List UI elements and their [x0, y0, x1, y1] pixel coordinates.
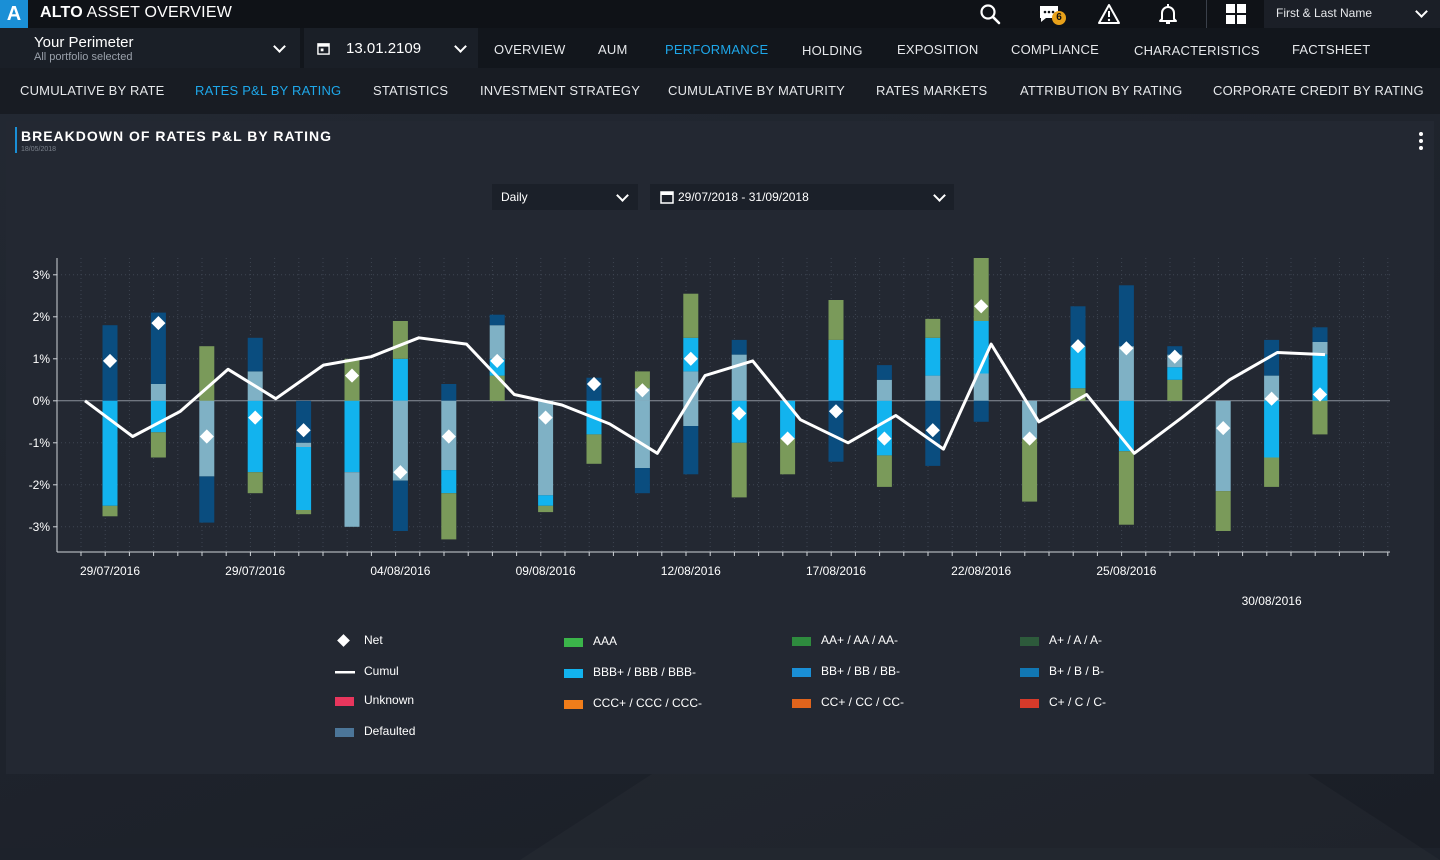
legend-swatch-bb	[792, 668, 811, 677]
bar-segment-navy	[489, 314, 505, 326]
legend-swatch-unknown	[335, 697, 354, 706]
legend-label-aaa: AAA	[593, 634, 618, 648]
bar-segment-green	[150, 432, 166, 458]
legend-swatch-defaulted	[335, 728, 354, 737]
x-tick-label: 17/08/2016	[806, 564, 866, 578]
y-tick-label: 2%	[33, 310, 51, 324]
bar-segment-navy	[876, 365, 892, 380]
legend-label-ccc: CCC+ / CCC / CCC-	[593, 696, 703, 710]
bar-segment-navy	[441, 384, 457, 401]
legend-swatch-cc	[792, 699, 811, 708]
legend-label-bb: BB+ / BB / BB-	[821, 664, 901, 678]
x-tick-label: 29/07/2016	[225, 564, 285, 578]
bar-segment-green	[247, 472, 263, 494]
bar-segment-green	[1264, 457, 1280, 487]
bar-segment-cyan	[876, 400, 892, 456]
bar-segment-lightblue	[634, 400, 650, 468]
x-tick-label: 30/08/2016	[1242, 594, 1302, 608]
bar-segment-green	[1312, 400, 1328, 435]
bar-segment-green	[392, 321, 408, 359]
legend-swatch-c	[1020, 699, 1039, 708]
legend-swatch-aaa	[564, 638, 583, 647]
x-tick-label: 29/07/2016	[80, 564, 140, 578]
y-tick-label: 0%	[33, 394, 51, 408]
bar-segment-navy	[731, 339, 747, 355]
bar-segment-lightblue	[489, 325, 505, 359]
legend-label-b: B+ / B / B-	[1049, 664, 1105, 678]
bar-segment-navy	[683, 426, 699, 475]
x-tick-label: 09/08/2016	[516, 564, 576, 578]
bar-segment-green	[1167, 379, 1183, 401]
legend-label-c: C+ / C / C-	[1049, 695, 1107, 709]
bar-segment-green	[731, 442, 747, 498]
bar-segment-green	[1118, 451, 1134, 525]
bar-segment-cyan	[1167, 367, 1183, 380]
bar-segment-green	[538, 505, 554, 513]
legend-label-bbb: BBB+ / BBB / BBB-	[593, 665, 697, 679]
legend-label-cumul: Cumul	[364, 664, 399, 678]
bar-segment-green	[489, 375, 505, 401]
x-tick-label: 25/08/2016	[1096, 564, 1156, 578]
bar-segment-navy	[973, 400, 989, 422]
bar-segment-green	[828, 300, 844, 340]
x-tick-label: 22/08/2016	[951, 564, 1011, 578]
legend-swatch-bbb	[564, 669, 583, 678]
pnl-chart: 3% 2% 1% 0% -1% -2% -3% 29/07/2016 29/07/2016 04/…	[29, 258, 1390, 608]
legend-label-net: Net	[364, 633, 383, 647]
legend-swatch-cumul	[335, 671, 355, 674]
bar-segment-green	[296, 510, 312, 515]
bar-segment-cyan	[296, 447, 312, 510]
bar-segment-navy	[247, 337, 263, 372]
bar-segment-navy	[392, 480, 408, 531]
bar-segment-green	[683, 293, 699, 338]
bar-segment-navy	[1118, 285, 1134, 347]
bar-segment-lightblue	[731, 354, 747, 401]
bar-segment-navy	[199, 476, 215, 523]
legend-swatch-aa	[792, 637, 811, 646]
bar-segment-navy	[634, 468, 650, 494]
legend-label-defaulted: Defaulted	[364, 724, 416, 738]
y-tick-label: -2%	[29, 478, 51, 492]
legend-label-a: A+ / A / A-	[1049, 633, 1103, 647]
y-tick-label: 3%	[33, 268, 51, 282]
bar-segment-cyan	[1264, 400, 1280, 458]
bar-segment-lightblue	[925, 375, 941, 401]
bar-segment-green	[441, 493, 457, 540]
bar-segment-cyan	[925, 337, 941, 376]
bar-segment-navy	[1312, 327, 1328, 342]
legend-label-cc: CC+ / CC / CC-	[821, 695, 905, 709]
y-tick-label: -1%	[29, 436, 51, 450]
x-tick-label: 12/08/2016	[661, 564, 721, 578]
bar-segment-green	[876, 455, 892, 487]
bar-segment-green	[102, 505, 118, 517]
bar-segment-green	[1022, 438, 1038, 502]
bar-segment-lightblue	[1215, 400, 1231, 492]
bar-segment-cyan	[828, 339, 844, 401]
bar-segment-cyan	[441, 470, 457, 494]
bar-segment-lightblue	[344, 472, 360, 527]
y-tick-label: 1%	[33, 352, 51, 366]
bar-segment-green	[586, 434, 602, 464]
legend-swatch-b	[1020, 668, 1039, 677]
bar-segment-green	[1215, 491, 1231, 531]
cumul-line	[84, 336, 1326, 455]
bar-segment-lightblue	[876, 379, 892, 401]
bar-segment-cyan	[344, 400, 360, 473]
bar-segment-cyan	[150, 400, 166, 433]
legend-swatch-net	[337, 634, 350, 647]
bar-segment-cyan	[538, 495, 554, 506]
legend-label-aa: AA+ / AA / AA-	[821, 633, 899, 647]
legend-label-unknown: Unknown	[364, 693, 415, 707]
legend-swatch-ccc	[564, 700, 583, 709]
bar-segment-lightblue	[296, 442, 312, 447]
bar-segment-cyan	[392, 358, 408, 401]
bar-segment-green	[925, 318, 941, 338]
legend-swatch-a	[1020, 637, 1039, 646]
y-tick-label: -3%	[29, 520, 51, 534]
x-tick-label: 04/08/2016	[370, 564, 430, 578]
bar-segment-lightblue	[150, 384, 166, 401]
